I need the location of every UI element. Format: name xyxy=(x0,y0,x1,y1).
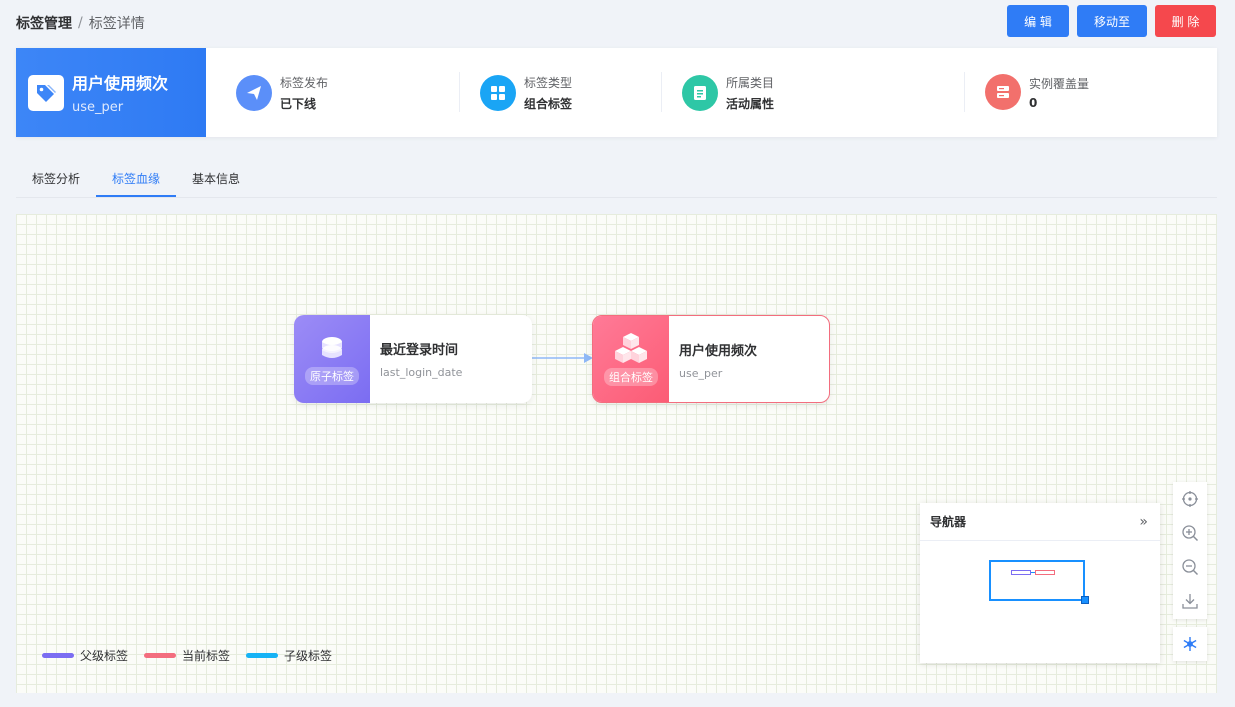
lineage-legend: 父级标签 当前标签 子级标签 xyxy=(42,647,332,664)
zoom-out-icon[interactable] xyxy=(1173,550,1207,584)
zoom-in-icon[interactable] xyxy=(1173,516,1207,550)
node-badge: 组合标签 xyxy=(593,316,669,402)
stat-type: 标签类型 组合标签 xyxy=(480,74,572,112)
atom-tag-icon xyxy=(322,337,342,358)
stat-value: 活动属性 xyxy=(726,97,775,111)
lineage-node-current[interactable]: 组合标签 用户使用频次 use_per xyxy=(592,315,830,403)
stat-publish: 标签发布 已下线 xyxy=(236,74,328,112)
tab-lineage[interactable]: 标签血缘 xyxy=(112,170,160,187)
stat-label: 标签类型 xyxy=(524,76,573,90)
breadcrumb-separator: / xyxy=(78,15,83,31)
tag-icon xyxy=(28,74,64,111)
node-badge-label: 原子标签 xyxy=(305,367,359,385)
collapse-icon[interactable]: » xyxy=(1139,514,1148,530)
stat-value: 组合标签 xyxy=(524,97,573,111)
node-badge-label: 组合标签 xyxy=(604,368,658,386)
stat-label: 标签发布 xyxy=(280,76,329,90)
lineage-canvas[interactable]: 原子标签 最近登录时间 last_login_date 组合标签 用户使用频次 … xyxy=(16,214,1217,693)
breadcrumb-root[interactable]: 标签管理 xyxy=(16,13,72,33)
tab-basic-info[interactable]: 基本信息 xyxy=(192,170,240,187)
lineage-node-parent[interactable]: 原子标签 最近登录时间 last_login_date xyxy=(294,315,532,403)
action-bar: 编 辑 移动至 删 除 xyxy=(1007,5,1216,37)
database-icon xyxy=(985,74,1021,110)
snowflake-icon[interactable] xyxy=(1173,627,1207,661)
legend-label: 父级标签 xyxy=(80,649,129,663)
legend-label: 子级标签 xyxy=(284,649,333,663)
divider xyxy=(661,72,662,112)
canvas-toolbar xyxy=(1173,482,1207,619)
breadcrumb: 标签管理 / 标签详情 xyxy=(16,13,145,33)
node-name: 用户使用频次 xyxy=(679,344,758,359)
stat-label: 实例覆盖量 xyxy=(1029,76,1090,91)
legend-item-current: 当前标签 xyxy=(144,647,230,664)
tab-bar: 标签分析 标签血缘 基本信息 xyxy=(16,160,1217,198)
tag-info-card: 用户使用频次 use_per 标签发布 已下线 标签类型 组合标签 所属类目 活… xyxy=(16,48,1217,137)
legend-swatch xyxy=(42,653,74,658)
grid-icon xyxy=(480,75,516,111)
node-name: 最近登录时间 xyxy=(380,343,459,358)
minimap-viewport[interactable] xyxy=(989,560,1085,601)
node-code: use_per xyxy=(679,367,723,380)
breadcrumb-current: 标签详情 xyxy=(88,16,145,32)
node-badge: 原子标签 xyxy=(294,315,370,403)
divider xyxy=(964,72,965,112)
stat-category: 所属类目 活动属性 xyxy=(682,74,774,112)
combo-tag-icon xyxy=(615,333,647,363)
legend-label: 当前标签 xyxy=(182,649,231,663)
stat-label: 所属类目 xyxy=(726,76,775,90)
move-to-button[interactable]: 移动至 xyxy=(1077,5,1147,37)
legend-item-parent: 父级标签 xyxy=(42,647,128,664)
download-icon[interactable] xyxy=(1173,584,1207,618)
stat-coverage: 实例覆盖量 0 xyxy=(985,74,1089,110)
legend-item-child: 子级标签 xyxy=(246,647,332,664)
tab-analysis[interactable]: 标签分析 xyxy=(32,170,80,187)
locate-center-icon[interactable] xyxy=(1173,482,1207,516)
tag-code: use_per xyxy=(72,100,124,115)
document-icon xyxy=(682,75,718,111)
navigator-panel: 导航器 » xyxy=(920,503,1160,663)
legend-swatch xyxy=(144,653,177,658)
send-icon xyxy=(236,75,272,111)
stat-value: 已下线 xyxy=(280,97,317,111)
tag-name: 用户使用频次 xyxy=(72,74,169,93)
tag-stats: 标签发布 已下线 标签类型 组合标签 所属类目 活动属性 实例覆盖量 0 xyxy=(206,48,1217,137)
edit-button[interactable]: 编 辑 xyxy=(1007,5,1069,37)
delete-button[interactable]: 删 除 xyxy=(1155,5,1216,37)
navigator-title: 导航器 xyxy=(930,515,967,529)
tag-title-block: 用户使用频次 use_per xyxy=(16,48,206,137)
active-tab-indicator xyxy=(96,195,176,197)
stat-value: 0 xyxy=(1029,95,1038,110)
divider xyxy=(459,72,460,112)
minimap-resize-handle[interactable] xyxy=(1081,596,1089,604)
legend-swatch xyxy=(246,653,279,658)
node-code: last_login_date xyxy=(380,366,463,379)
